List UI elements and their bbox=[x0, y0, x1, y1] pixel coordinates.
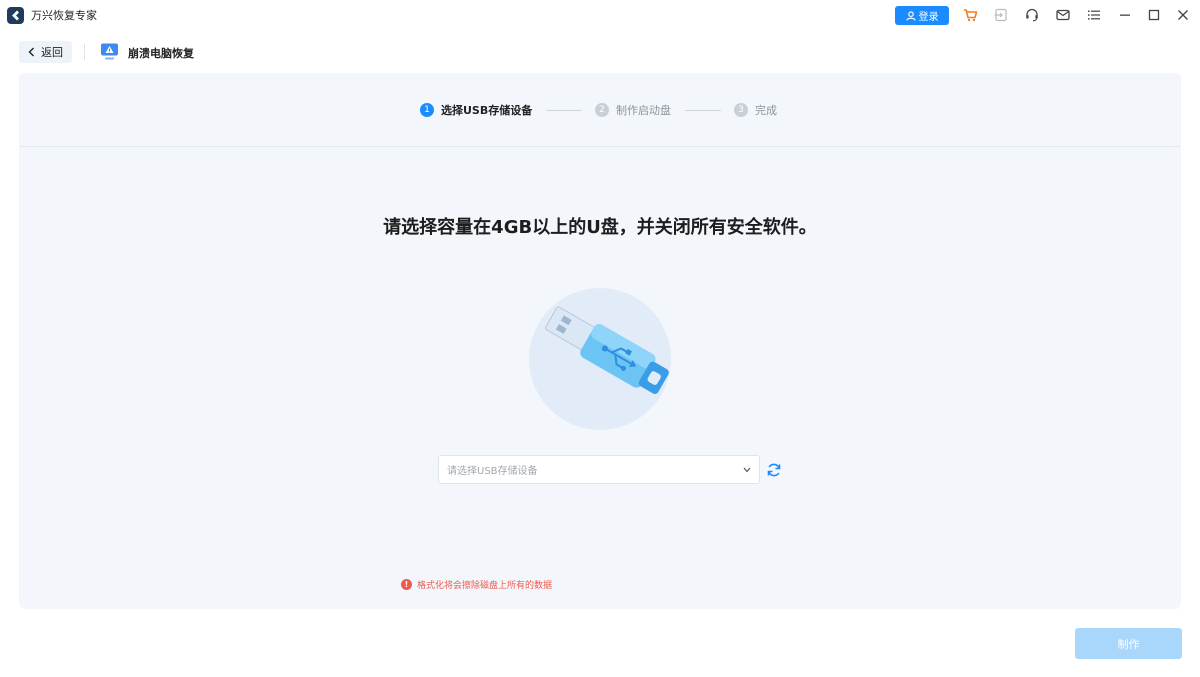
back-label: 返回 bbox=[41, 46, 63, 59]
chevron-left-icon bbox=[28, 47, 34, 57]
maximize-icon[interactable] bbox=[1146, 7, 1162, 23]
module-title: 崩溃电脑恢复 bbox=[128, 47, 194, 60]
refresh-icon[interactable] bbox=[766, 462, 782, 478]
sign-in-icon[interactable] bbox=[993, 7, 1009, 23]
step-label: 选择USB存储设备 bbox=[441, 104, 533, 117]
step-connector bbox=[685, 110, 721, 111]
login-label: 登录 bbox=[918, 12, 939, 23]
headset-icon[interactable] bbox=[1024, 7, 1040, 23]
app-logo-icon bbox=[7, 7, 24, 24]
warning-icon: ! bbox=[401, 579, 412, 590]
step-select-usb: 1 选择USB存储设备 bbox=[420, 102, 532, 118]
minimize-icon[interactable] bbox=[1117, 7, 1133, 23]
format-warning: ! 格式化将会擦除磁盘上所有的数据 bbox=[401, 578, 552, 591]
steps-divider bbox=[19, 146, 1181, 147]
step-connector bbox=[546, 110, 582, 111]
main-panel: 1 选择USB存储设备 2 制作启动盘 3 完成 请选择容量在4GB以上的U盘，… bbox=[19, 73, 1181, 609]
cart-icon[interactable] bbox=[962, 7, 978, 23]
app-title: 万兴恢复专家 bbox=[31, 9, 97, 22]
step-make-boot-disk: 2 制作启动盘 bbox=[595, 102, 671, 118]
nav-divider bbox=[84, 44, 85, 60]
crashed-computer-icon bbox=[100, 42, 119, 61]
step-label: 完成 bbox=[755, 104, 777, 117]
step-label: 制作启动盘 bbox=[616, 104, 671, 117]
format-warning-text: 格式化将会擦除磁盘上所有的数据 bbox=[417, 581, 553, 591]
usb-device-select-placeholder: 请选择USB存储设备 bbox=[447, 466, 538, 477]
usb-drive-illustration bbox=[519, 278, 689, 433]
make-button-label: 制作 bbox=[1117, 637, 1140, 651]
step-number: 2 bbox=[595, 103, 609, 117]
menu-icon[interactable] bbox=[1086, 7, 1102, 23]
user-icon bbox=[905, 10, 916, 21]
close-icon[interactable] bbox=[1175, 7, 1191, 23]
back-button[interactable]: 返回 bbox=[19, 41, 72, 63]
make-button[interactable]: 制作 bbox=[1075, 628, 1182, 659]
step-complete: 3 完成 bbox=[734, 102, 777, 118]
mail-icon[interactable] bbox=[1055, 7, 1071, 23]
step-number: 3 bbox=[734, 103, 748, 117]
usb-device-select[interactable]: 请选择USB存储设备 bbox=[438, 455, 760, 484]
chevron-down-icon bbox=[743, 467, 751, 472]
step-number: 1 bbox=[420, 103, 434, 117]
login-button[interactable]: 登录 bbox=[895, 6, 949, 25]
title-bar: 万兴恢复专家 登录 bbox=[0, 0, 1200, 32]
instruction-headline: 请选择容量在4GB以上的U盘，并关闭所有安全软件。 bbox=[383, 217, 817, 238]
